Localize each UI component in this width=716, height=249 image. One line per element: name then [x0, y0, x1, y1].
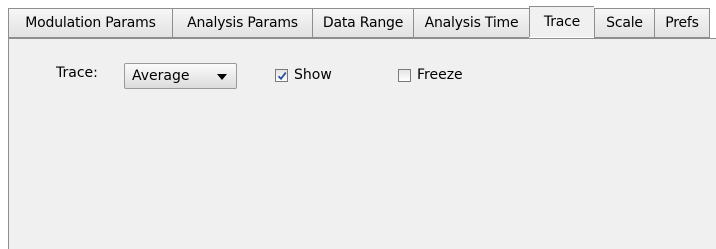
- tab-prefs[interactable]: Prefs: [654, 8, 710, 38]
- show-checkbox[interactable]: Show: [275, 67, 332, 83]
- show-checkbox-box[interactable]: [275, 68, 288, 82]
- trace-panel: Trace: Average Show Freeze: [8, 38, 716, 249]
- trace-label: Trace:: [56, 65, 98, 81]
- freeze-checkbox[interactable]: Freeze: [398, 67, 463, 83]
- chevron-down-icon: [217, 74, 227, 80]
- checkmark-icon: [277, 71, 287, 80]
- tab-modulation-params[interactable]: Modulation Params: [8, 8, 172, 38]
- tab-trace[interactable]: Trace: [529, 6, 594, 37]
- tab-analysis-time[interactable]: Analysis Time: [413, 8, 529, 38]
- show-checkbox-label: Show: [294, 67, 332, 83]
- trace-dropdown[interactable]: Average: [124, 63, 237, 89]
- tab-strip: Modulation Params Analysis Params Data R…: [8, 6, 716, 38]
- freeze-checkbox-label: Freeze: [417, 67, 463, 83]
- trace-dropdown-value: Average: [132, 68, 190, 84]
- tab-data-range[interactable]: Data Range: [312, 8, 413, 38]
- tab-analysis-params[interactable]: Analysis Params: [172, 8, 312, 38]
- tab-scale[interactable]: Scale: [594, 8, 654, 38]
- freeze-checkbox-box[interactable]: [398, 68, 411, 82]
